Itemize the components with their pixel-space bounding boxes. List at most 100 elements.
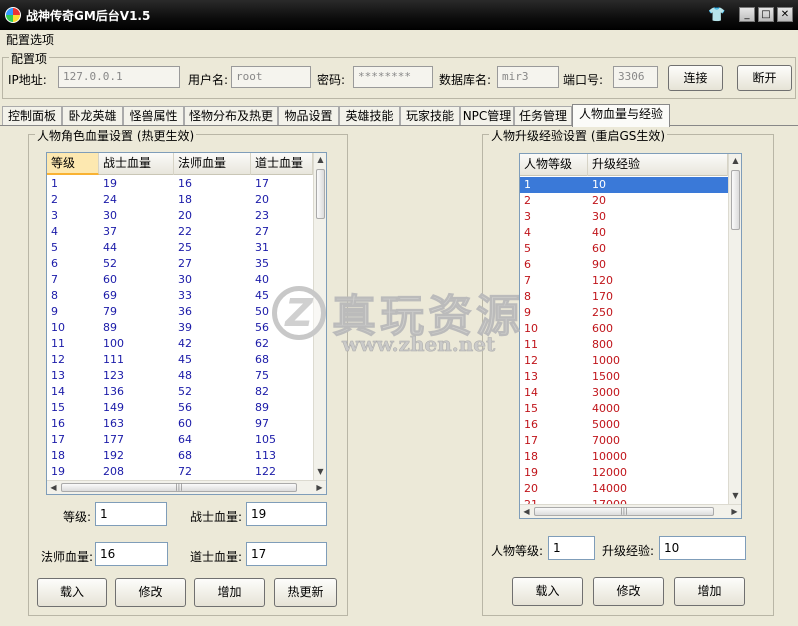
exp-col-level[interactable]: 人物等级 xyxy=(520,154,588,176)
table-row[interactable]: 4 37 22 27 xyxy=(47,224,313,240)
scroll-right-arrow-icon[interactable]: ▶ xyxy=(313,481,326,494)
table-row[interactable]: 11 100 42 62 xyxy=(47,336,313,352)
scroll-up-arrow-icon[interactable]: ▲ xyxy=(729,154,741,168)
scroll-right-arrow-icon[interactable]: ▶ xyxy=(728,505,741,518)
scroll-thumb-grip-icon[interactable]: ||| xyxy=(61,483,297,492)
exp-vertical-scrollbar[interactable]: ▲ ▼ xyxy=(728,154,741,504)
table-row[interactable]: 2 24 18 20 xyxy=(47,192,313,208)
table-row[interactable]: 16 5000 xyxy=(520,417,728,433)
scroll-left-arrow-icon[interactable]: ◀ xyxy=(47,481,60,494)
table-row[interactable]: 9 250 xyxy=(520,305,728,321)
scroll-down-arrow-icon[interactable]: ▼ xyxy=(729,489,741,503)
scroll-thumb[interactable] xyxy=(316,169,325,219)
warrior-hp-input[interactable]: 19 xyxy=(246,502,327,526)
hp-col-warrior[interactable]: 战士血量 xyxy=(99,153,174,175)
port-field[interactable]: 3306 xyxy=(613,66,658,88)
table-row[interactable]: 7 120 xyxy=(520,273,728,289)
tab-player-skills[interactable]: 玩家技能 xyxy=(400,106,460,126)
hp-col-level[interactable]: 等级 xyxy=(47,153,99,175)
exp-modify-button[interactable]: 修改 xyxy=(593,577,664,606)
table-row[interactable]: 7 60 30 40 xyxy=(47,272,313,288)
table-row[interactable]: 15 4000 xyxy=(520,401,728,417)
table-row[interactable]: 16 163 60 97 xyxy=(47,416,313,432)
table-row[interactable]: 12 111 45 68 xyxy=(47,352,313,368)
table-row[interactable]: 1 19 16 17 xyxy=(47,176,313,192)
exp-col-experience[interactable]: 升级经验 xyxy=(588,154,728,176)
tab-task-management[interactable]: 任务管理 xyxy=(514,106,572,126)
table-row[interactable]: 18 10000 xyxy=(520,449,728,465)
connect-button[interactable]: 连接 xyxy=(668,65,723,91)
table-row[interactable]: 13 1500 xyxy=(520,369,728,385)
menu-config-options[interactable]: 配置选项 xyxy=(6,31,54,48)
tab-wolong-hero[interactable]: 卧龙英雄 xyxy=(62,106,123,126)
table-row[interactable]: 8 69 33 45 xyxy=(47,288,313,304)
table-row[interactable]: 15 149 56 89 xyxy=(47,400,313,416)
hot-update-button[interactable]: 热更新 xyxy=(274,578,337,607)
taoist-hp-input[interactable]: 17 xyxy=(246,542,327,566)
exp-horizontal-scrollbar[interactable]: ◀ ||| ▶ xyxy=(520,504,741,518)
table-row[interactable]: 18 192 68 113 xyxy=(47,448,313,464)
scroll-down-arrow-icon[interactable]: ▼ xyxy=(314,465,326,479)
hp-table[interactable]: 等级 战士血量 法师血量 道士血量 1 19 16 17 2 24 18 20 3 30 20 23 4… xyxy=(46,152,327,495)
close-button[interactable]: ✕ xyxy=(777,7,793,22)
table-row[interactable]: 17 177 64 105 xyxy=(47,432,313,448)
table-row[interactable]: 19 208 72 122 xyxy=(47,464,313,480)
scroll-thumb-grip-icon[interactable]: ||| xyxy=(534,507,714,516)
table-row[interactable]: 14 3000 xyxy=(520,385,728,401)
scroll-up-arrow-icon[interactable]: ▲ xyxy=(314,153,326,167)
table-row[interactable]: 10 89 39 56 xyxy=(47,320,313,336)
table-row[interactable]: 6 52 27 35 xyxy=(47,256,313,272)
mage-hp-input[interactable]: 16 xyxy=(95,542,168,566)
table-row[interactable]: 13 123 48 75 xyxy=(47,368,313,384)
table-row[interactable]: 3 30 xyxy=(520,209,728,225)
tab-hero-skills[interactable]: 英雄技能 xyxy=(339,106,400,126)
table-row[interactable]: 9 79 36 50 xyxy=(47,304,313,320)
minimize-button[interactable]: _ xyxy=(739,7,755,22)
hp-col-taoist[interactable]: 道士血量 xyxy=(251,153,313,175)
table-row[interactable]: 17 7000 xyxy=(520,433,728,449)
hp-col-mage[interactable]: 法师血量 xyxy=(174,153,251,175)
scroll-left-arrow-icon[interactable]: ◀ xyxy=(520,505,533,518)
table-row[interactable]: 5 60 xyxy=(520,241,728,257)
tab-item-settings[interactable]: 物品设置 xyxy=(278,106,339,126)
maximize-button[interactable]: □ xyxy=(758,7,774,22)
exp-add-button[interactable]: 增加 xyxy=(674,577,745,606)
exp-load-button[interactable]: 载入 xyxy=(512,577,583,606)
exp-level-input[interactable]: 1 xyxy=(548,536,595,560)
table-row[interactable]: 3 30 20 23 xyxy=(47,208,313,224)
database-field[interactable]: mir3 xyxy=(497,66,559,88)
table-row[interactable]: 2 20 xyxy=(520,193,728,209)
table-row[interactable]: 4 40 xyxy=(520,225,728,241)
tab-monster-distribution[interactable]: 怪物分布及热更 xyxy=(184,106,278,126)
table-row[interactable]: 5 44 25 31 xyxy=(47,240,313,256)
hp-vertical-scrollbar[interactable]: ▲ ▼ xyxy=(313,153,326,480)
exp-value-input[interactable]: 10 xyxy=(659,536,746,560)
ip-field[interactable]: 127.0.0.1 xyxy=(58,66,180,88)
table-cell: 37 xyxy=(103,225,117,238)
table-row[interactable]: 14 136 52 82 xyxy=(47,384,313,400)
table-row[interactable]: 10 600 xyxy=(520,321,728,337)
hp-level-input[interactable]: 1 xyxy=(95,502,167,526)
table-row[interactable]: 6 90 xyxy=(520,257,728,273)
disconnect-button[interactable]: 断开 xyxy=(737,65,792,91)
table-row[interactable]: 8 170 xyxy=(520,289,728,305)
table-row[interactable]: 11 800 xyxy=(520,337,728,353)
user-field[interactable]: root xyxy=(231,66,311,88)
password-field[interactable]: ******** xyxy=(353,66,433,88)
table-cell: 2 xyxy=(51,193,58,206)
hp-horizontal-scrollbar[interactable]: ◀ ||| ▶ xyxy=(47,480,326,494)
tab-hp-and-exp[interactable]: 人物血量与经验 xyxy=(572,104,670,127)
table-row[interactable]: 19 12000 xyxy=(520,465,728,481)
tab-control-panel[interactable]: 控制面板 xyxy=(2,106,62,126)
table-row[interactable]: 1 10 xyxy=(520,177,728,193)
hp-load-button[interactable]: 载入 xyxy=(37,578,107,607)
scroll-thumb[interactable] xyxy=(731,170,740,230)
hp-modify-button[interactable]: 修改 xyxy=(115,578,186,607)
shirt-icon[interactable]: 👕 xyxy=(708,7,725,23)
exp-table[interactable]: 人物等级 升级经验 1 10 2 20 3 30 4 40 5 60 6 90 7 120 8 170 9 250… xyxy=(519,153,742,519)
table-row[interactable]: 20 14000 xyxy=(520,481,728,497)
hp-add-button[interactable]: 增加 xyxy=(194,578,265,607)
table-row[interactable]: 12 1000 xyxy=(520,353,728,369)
tab-npc-management[interactable]: NPC管理 xyxy=(460,106,514,126)
tab-monster-attributes[interactable]: 怪兽属性 xyxy=(123,106,184,126)
